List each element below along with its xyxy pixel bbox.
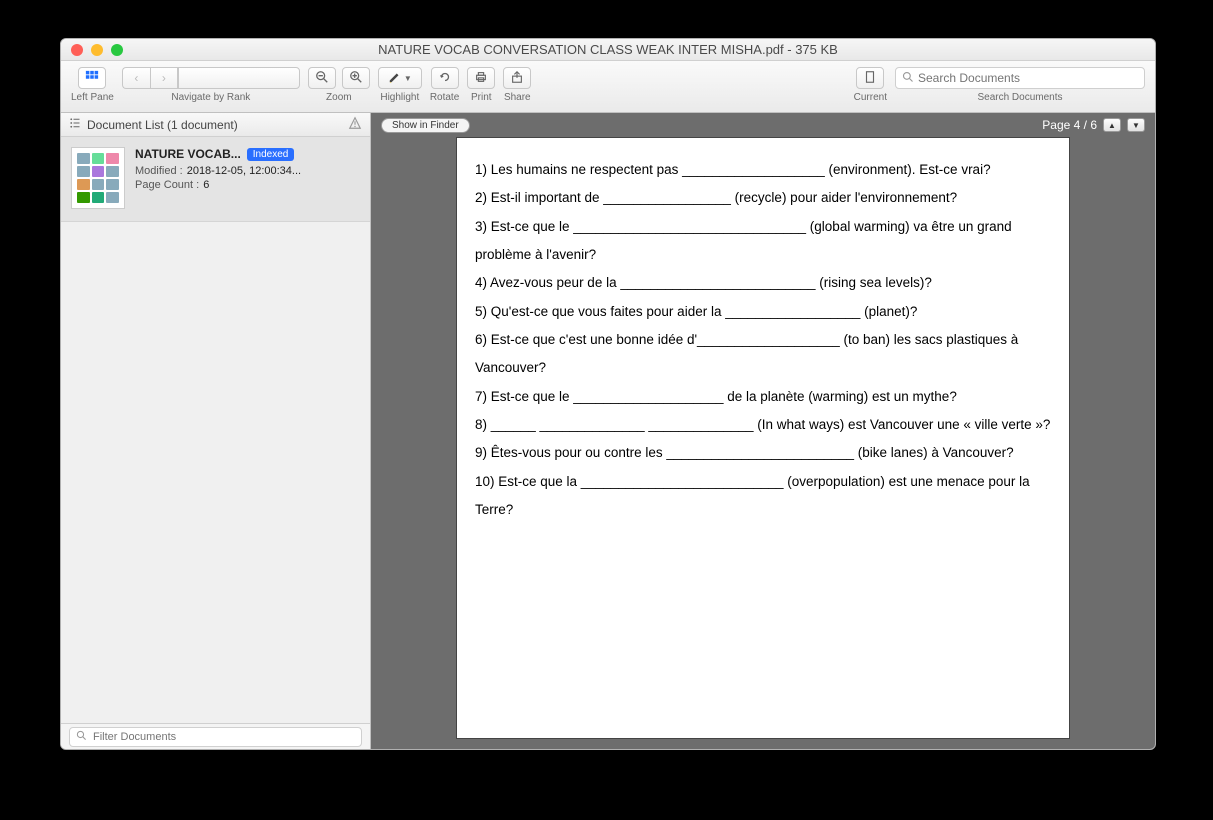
zoom-window-button[interactable] <box>111 44 123 56</box>
share-label: Share <box>504 92 531 103</box>
print-label: Print <box>471 92 492 103</box>
document-text-line: 6) Est-ce que c'est une bonne idée d'___… <box>475 326 1051 383</box>
nav-back-button[interactable]: ‹ <box>122 67 150 89</box>
sidebar: Document List (1 document) NATURE VOCAB.… <box>61 113 371 749</box>
document-text-line: 8) ______ ______________ ______________ … <box>475 411 1051 439</box>
modified-value: 2018-12-05, 12:00:34... <box>187 165 301 177</box>
close-window-button[interactable] <box>71 44 83 56</box>
page-viewport[interactable]: 1) Les humains ne respectent pas _______… <box>371 137 1155 749</box>
app-window: NATURE VOCAB CONVERSATION CLASS WEAK INT… <box>60 38 1156 750</box>
zoom-out-icon <box>315 70 329 87</box>
content-area: Show in Finder Page 4 / 6 ▲ ▼ 1) Les hum… <box>371 113 1155 749</box>
pagecount-key: Page Count : <box>135 179 199 191</box>
page-up-button[interactable]: ▲ <box>1103 118 1121 132</box>
share-button[interactable] <box>503 67 531 89</box>
rotate-button[interactable] <box>431 67 459 89</box>
document-icon <box>863 70 877 87</box>
zoom-label: Zoom <box>326 92 352 103</box>
rotate-icon <box>438 70 452 87</box>
traffic-lights <box>61 44 123 56</box>
nav-forward-button[interactable]: › <box>150 67 178 89</box>
grid-icon <box>85 70 99 87</box>
document-text-line: 3) Est-ce que le _______________________… <box>475 213 1051 270</box>
list-icon <box>69 117 81 132</box>
triangle-down-icon: ▼ <box>1132 121 1140 130</box>
document-list-item[interactable]: NATURE VOCAB... Indexed Modified : 2018-… <box>61 137 370 222</box>
search-label: Search Documents <box>977 92 1062 103</box>
triangle-up-icon: ▲ <box>1108 121 1116 130</box>
page-indicator: Page 4 / 6 <box>1042 118 1097 132</box>
zoom-out-button[interactable] <box>308 67 336 89</box>
leftpane-toggle-button[interactable] <box>78 67 106 89</box>
document-name: NATURE VOCAB... <box>135 147 241 161</box>
rank-dropdown[interactable] <box>178 67 300 89</box>
document-text-line: 10) Est-ce que la ______________________… <box>475 468 1051 525</box>
current-label: Current <box>854 92 887 103</box>
content-header: Show in Finder Page 4 / 6 ▲ ▼ <box>371 113 1155 137</box>
chevron-down-icon: ▼ <box>404 74 412 83</box>
leftpane-label: Left Pane <box>71 92 114 103</box>
document-text-line: 1) Les humains ne respectent pas _______… <box>475 156 1051 184</box>
search-field[interactable] <box>895 67 1145 89</box>
highlight-button[interactable]: ▼ <box>378 67 422 89</box>
chevron-right-icon: › <box>162 71 166 85</box>
current-button[interactable] <box>856 67 884 89</box>
chevron-left-icon: ‹ <box>134 71 138 85</box>
pagecount-value: 6 <box>203 179 209 191</box>
warning-icon[interactable] <box>348 116 362 133</box>
document-text-line: 7) Est-ce que le ____________________ de… <box>475 383 1051 411</box>
document-thumbnail <box>71 147 125 209</box>
sidebar-header: Document List (1 document) <box>61 113 370 137</box>
window-title: NATURE VOCAB CONVERSATION CLASS WEAK INT… <box>61 42 1155 57</box>
highlighter-icon <box>388 70 402 87</box>
search-icon <box>902 71 914 86</box>
highlight-label: Highlight <box>380 92 419 103</box>
navigate-label: Navigate by Rank <box>171 92 250 103</box>
printer-icon <box>474 70 488 87</box>
page-down-button[interactable]: ▼ <box>1127 118 1145 132</box>
zoom-in-button[interactable] <box>342 67 370 89</box>
filter-field[interactable] <box>69 727 362 747</box>
document-text-line: 4) Avez-vous peur de la ________________… <box>475 269 1051 297</box>
minimize-window-button[interactable] <box>91 44 103 56</box>
print-button[interactable] <box>467 67 495 89</box>
document-metadata: NATURE VOCAB... Indexed Modified : 2018-… <box>135 147 360 209</box>
rotate-label: Rotate <box>430 92 459 103</box>
indexed-badge: Indexed <box>247 148 295 161</box>
modified-key: Modified : <box>135 165 183 177</box>
sidebar-header-text: Document List (1 document) <box>87 118 238 132</box>
search-input[interactable] <box>918 71 1138 85</box>
filter-bar <box>61 723 370 749</box>
toolbar: Left Pane ‹ › Navigate by Rank <box>61 61 1155 113</box>
document-list: NATURE VOCAB... Indexed Modified : 2018-… <box>61 137 370 723</box>
titlebar: NATURE VOCAB CONVERSATION CLASS WEAK INT… <box>61 39 1155 61</box>
document-text-line: 2) Est-il important de _________________… <box>475 184 1051 212</box>
pdf-page: 1) Les humains ne respectent pas _______… <box>456 137 1070 739</box>
search-icon <box>76 728 87 746</box>
show-in-finder-button[interactable]: Show in Finder <box>381 118 470 133</box>
share-icon <box>510 70 524 87</box>
filter-input[interactable] <box>93 731 355 743</box>
document-text-line: 9) Êtes-vous pour ou contre les ________… <box>475 439 1051 467</box>
zoom-in-icon <box>349 70 363 87</box>
document-text-line: 5) Qu'est-ce que vous faites pour aider … <box>475 298 1051 326</box>
